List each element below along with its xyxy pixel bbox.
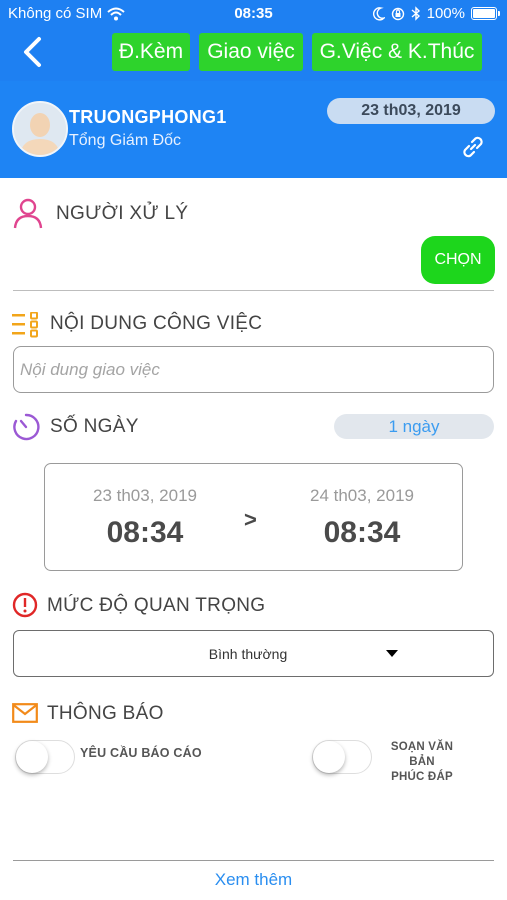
moon-icon [372, 6, 385, 20]
avatar [12, 101, 68, 157]
battery-icon [471, 7, 500, 20]
created-date: 23 th03, 2019 [327, 98, 495, 124]
end-time[interactable]: 08:34 [287, 516, 437, 550]
user-name: TRUONGPHONG1 [69, 107, 227, 127]
reply-document-toggle[interactable] [312, 740, 372, 774]
timer-icon [13, 413, 40, 441]
link-icon [463, 136, 483, 158]
days-title: SỐ NGÀY [50, 416, 139, 437]
task-content-input[interactable] [13, 346, 494, 393]
user-role: Tổng Giám Đốc [69, 132, 182, 149]
days-count[interactable]: 1 ngày [334, 414, 494, 439]
choose-handler-button[interactable]: CHỌN [421, 236, 495, 284]
mail-icon [12, 703, 38, 723]
status-bar: Không có SIM 08:35 100% [0, 0, 507, 28]
orientation-lock-icon [391, 7, 404, 20]
chevron-left-icon [24, 37, 41, 67]
report-request-label: YÊU CẦU BÁO CÁO [80, 746, 202, 760]
alert-icon [12, 592, 38, 618]
footer-divider [13, 860, 494, 861]
link-button[interactable] [459, 133, 487, 161]
assign-and-finish-button[interactable]: G.Việc & K.Thúc [312, 33, 482, 71]
start-date[interactable]: 23 th03, 2019 [70, 486, 220, 506]
range-arrow-icon: > [244, 507, 257, 532]
start-time[interactable]: 08:34 [70, 516, 220, 550]
bluetooth-icon [411, 6, 420, 21]
see-more-link[interactable]: Xem thêm [0, 870, 507, 890]
status-right: 100% [372, 5, 500, 22]
profile-strip [0, 81, 507, 178]
reply-document-label: SOẠN VĂN BẢN PHÚC ĐÁP [380, 740, 464, 785]
reply-document-label-line2: PHÚC ĐÁP [391, 771, 453, 783]
reply-document-label-line1: SOẠN VĂN BẢN [390, 741, 454, 768]
end-date[interactable]: 24 th03, 2019 [287, 486, 437, 506]
battery-percent: 100% [426, 5, 465, 22]
back-button[interactable] [18, 34, 52, 70]
task-content-title: NỘI DUNG CÔNG VIỆC [50, 313, 263, 334]
attachment-button[interactable]: Đ.Kèm [112, 33, 190, 71]
handler-title: NGƯỜI XỬ LÝ [56, 203, 189, 224]
assign-task-button[interactable]: Giao việc [199, 33, 303, 71]
toggle-knob [313, 741, 345, 773]
caret-down-icon [386, 650, 398, 657]
user-avatar-icon [14, 103, 66, 155]
toggle-knob [16, 741, 48, 773]
priority-title: MỨC ĐỘ QUAN TRỌNG [47, 595, 266, 616]
priority-value: Bình thường [208, 646, 288, 662]
divider [13, 290, 494, 291]
notify-title: THÔNG BÁO [47, 703, 164, 724]
list-icon [12, 312, 38, 338]
report-request-toggle[interactable] [15, 740, 75, 774]
person-icon [13, 198, 43, 229]
